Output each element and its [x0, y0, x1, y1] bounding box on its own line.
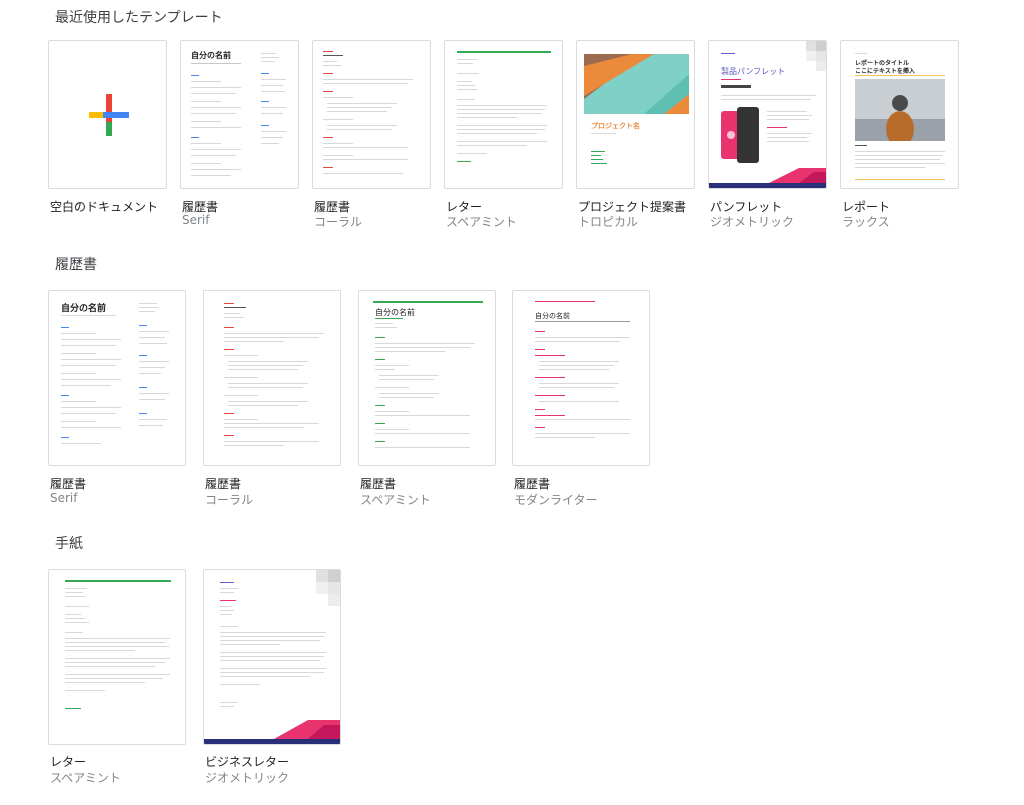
thumb-resume-name: 自分の名前 — [375, 308, 415, 317]
template-thumbnail — [312, 40, 431, 189]
template-letter-spearmint-recent[interactable]: レター スペアミント — [444, 40, 564, 230]
template-title: ビジネスレター — [205, 755, 290, 769]
template-title: 履歴書 — [205, 477, 242, 491]
template-subtitle: モダンライター — [514, 493, 598, 507]
template-subtitle: ジオメトリック — [205, 771, 290, 785]
thumb-report-subtitle: ここにテキストを挿入 — [855, 68, 915, 75]
phone-image — [721, 107, 759, 163]
template-thumbnail — [48, 569, 186, 745]
template-project-proposal-tropical[interactable]: プロジェクト名 プロジェクト提案書 トロピカル — [576, 40, 696, 230]
thumb-resume-name: 自分の名前 — [535, 312, 570, 320]
template-thumbnail — [444, 40, 563, 189]
template-thumbnail: レポートのタイトル ここにテキストを挿入 — [840, 40, 959, 189]
template-title: 空白のドキュメント — [50, 200, 159, 214]
template-resume-serif[interactable]: 自分の名前 履歴書 Serif — [48, 290, 188, 510]
tropical-cover-graphic — [584, 54, 689, 114]
template-thumbnail: 製品パンフレット — [708, 40, 827, 189]
template-report-lux[interactable]: レポートのタイトル ここにテキストを挿入 レポート ラックス — [840, 40, 960, 230]
template-resume-coral-recent[interactable]: 履歴書 コーラル — [312, 40, 432, 230]
template-thumbnail: 自分の名前 — [512, 290, 650, 466]
template-thumbnail — [48, 40, 167, 189]
template-title: 履歴書 — [360, 477, 397, 491]
template-title: レター — [50, 755, 87, 769]
thumb-project-name: プロジェクト名 — [591, 122, 640, 130]
template-subtitle: スペアミント — [50, 771, 121, 785]
template-brochure-geometric[interactable]: 製品パンフレット パンフレット ジオメトリック — [708, 40, 828, 230]
template-resume-serif-recent[interactable]: 自分の名前 履歴書 Serif — [180, 40, 300, 230]
template-resume-coral[interactable]: 履歴書 コーラル — [203, 290, 343, 510]
report-photo — [855, 79, 945, 141]
template-thumbnail: 自分の名前 — [48, 290, 186, 466]
template-business-letter-geometric[interactable]: ビジネスレター ジオメトリック — [203, 569, 343, 789]
template-blank-document[interactable]: 空白のドキュメント — [48, 40, 168, 230]
template-resume-modern-writer[interactable]: 自分の名前 履歴書 モダンライター — [512, 290, 652, 510]
template-subtitle: スペアミント — [446, 215, 517, 229]
template-title: 履歴書 — [50, 477, 87, 491]
template-subtitle: トロピカル — [578, 215, 639, 229]
template-thumbnail — [203, 569, 341, 745]
template-thumbnail — [203, 290, 341, 466]
section-title-letter: 手紙 — [55, 536, 83, 552]
template-thumbnail: プロジェクト名 — [576, 40, 695, 189]
template-subtitle: スペアミント — [360, 493, 431, 507]
thumb-brochure-heading — [721, 85, 751, 88]
template-subtitle: ジオメトリック — [710, 215, 795, 229]
plus-icon — [89, 94, 129, 136]
template-title: 履歴書 — [514, 477, 551, 491]
thumb-resume-name: 自分の名前 — [191, 51, 231, 60]
section-title-resume: 履歴書 — [55, 257, 97, 273]
template-subtitle: ラックス — [842, 215, 890, 229]
template-subtitle: Serif — [50, 491, 78, 505]
geometric-footer-graphic — [709, 168, 826, 188]
template-subtitle: コーラル — [205, 493, 254, 507]
geometric-footer-graphic — [204, 720, 340, 744]
geometric-corner-graphic — [316, 570, 340, 606]
section-title-recent: 最近使用したテンプレート — [55, 10, 223, 26]
template-letter-spearmint[interactable]: レター スペアミント — [48, 569, 188, 789]
geometric-corner-graphic — [806, 41, 826, 71]
template-subtitle: コーラル — [314, 215, 363, 229]
template-subtitle: Serif — [182, 213, 210, 227]
template-resume-spearmint[interactable]: 自分の名前 履歴書 スペアミント — [358, 290, 498, 510]
thumb-resume-name: 自分の名前 — [61, 304, 107, 314]
thumb-brochure-title: 製品パンフレット — [721, 67, 786, 76]
template-thumbnail: 自分の名前 — [180, 40, 299, 189]
template-thumbnail: 自分の名前 — [358, 290, 496, 466]
